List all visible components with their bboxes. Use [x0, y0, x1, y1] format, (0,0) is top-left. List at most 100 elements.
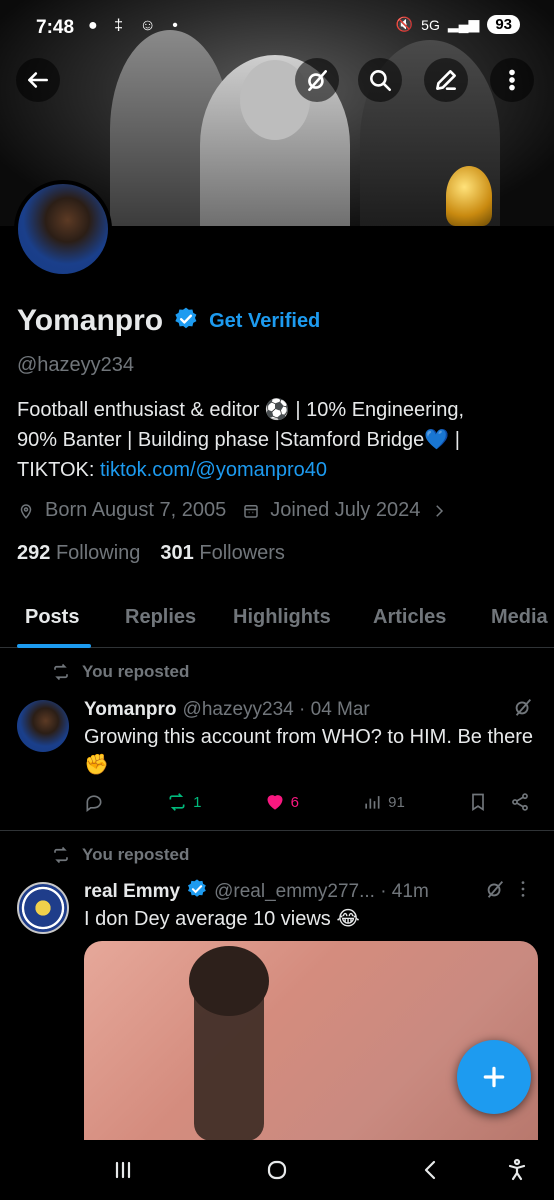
followers-count: 301 — [160, 542, 194, 564]
bio-line: Football enthusiast & editor ⚽ | 10% Eng… — [17, 399, 465, 421]
repost-icon — [54, 846, 68, 864]
repost-indicator: You reposted — [52, 845, 189, 865]
joined-text: Joined July 2024 — [270, 499, 421, 521]
search-button[interactable] — [358, 58, 402, 102]
name-row: Yomanpro Get Verified — [17, 300, 542, 342]
trophy-image — [446, 166, 492, 226]
grok-icon[interactable] — [484, 878, 506, 906]
tab-articles[interactable]: Articles — [373, 606, 446, 629]
post-meta: @real_emmy277... · 41m — [214, 881, 429, 902]
pencil-icon — [436, 70, 456, 90]
accessibility-icon — [508, 1158, 526, 1181]
compose-button[interactable] — [457, 1040, 531, 1114]
like-button[interactable]: 6 — [265, 792, 299, 812]
follow-stats: 292 Following 301 Followers — [17, 542, 542, 565]
back-nav-button[interactable] — [416, 1156, 446, 1184]
retweet-button[interactable]: 1 — [167, 792, 202, 812]
back-button[interactable] — [16, 58, 60, 102]
birthday-text: Born August 7, 2005 — [45, 499, 227, 521]
home-icon — [267, 1160, 287, 1180]
birthday-item: Born August 7, 2005 — [17, 499, 226, 522]
arrow-left-icon — [28, 72, 48, 88]
post-media[interactable] — [84, 941, 538, 1141]
media-figure-head — [189, 946, 269, 1016]
recent-apps-button[interactable] — [108, 1156, 138, 1184]
system-nav-bar — [0, 1140, 554, 1200]
reply-icon — [86, 795, 102, 812]
post-actions: 1 6 91 — [84, 792, 530, 812]
post-extra-actions — [468, 792, 530, 812]
profile-avatar[interactable] — [14, 180, 112, 278]
joined-item[interactable]: Joined July 2024 — [242, 499, 448, 522]
repost-indicator: You reposted — [52, 662, 189, 682]
profile-info: Yomanpro Get Verified @hazeyy234 Footbal… — [17, 300, 542, 565]
following-link[interactable]: 292 Following — [17, 542, 140, 565]
profile-handle: @hazeyy234 — [17, 354, 135, 376]
verified-badge-icon[interactable] — [173, 306, 199, 337]
bio-line: 90% Banter | Building phase |Stamford Br… — [17, 429, 460, 451]
home-button[interactable] — [262, 1156, 292, 1184]
post-text: Growing this account from WHO? to HIM. B… — [84, 726, 534, 776]
chevron-right-icon — [436, 504, 444, 517]
bio-line: TIKTOK: tiktok.com/@yomanpro40 — [17, 455, 542, 485]
heart-icon — [267, 795, 283, 810]
followers-label: Followers — [199, 542, 285, 564]
reply-button[interactable] — [84, 792, 104, 812]
bar-chart-icon — [365, 796, 380, 809]
location-pin-icon — [20, 503, 32, 519]
network-type: 5G — [421, 16, 440, 33]
plus-icon — [483, 1066, 505, 1088]
tab-highlights[interactable]: Highlights — [233, 606, 331, 629]
status-right: 🔇 5G ▂▄▆ 93 — [396, 15, 520, 34]
edit-profile-button[interactable] — [424, 58, 468, 102]
notification-icons: ● ‡ ☺ • — [88, 17, 184, 34]
profile-bio: Football enthusiast & editor ⚽ | 10% Eng… — [17, 395, 542, 485]
post-author-name[interactable]: real Emmy — [84, 881, 180, 903]
bio-link[interactable]: tiktok.com/@yomanpro40 — [100, 459, 327, 481]
repost-label: You reposted — [82, 845, 190, 864]
repost-label: You reposted — [82, 662, 190, 681]
signal-icon: ▂▄▆ — [447, 16, 480, 32]
tab-replies[interactable]: Replies — [125, 606, 196, 629]
verified-badge-icon — [186, 878, 208, 906]
display-name: Yomanpro — [17, 304, 164, 337]
more-options-icon[interactable] — [512, 878, 534, 906]
profile-top-actions — [0, 58, 554, 102]
post-meta: @hazeyy234 · 04 Mar — [182, 699, 370, 720]
active-tab-indicator — [17, 644, 91, 648]
post-avatar[interactable] — [17, 882, 69, 934]
post-avatar[interactable] — [17, 700, 69, 752]
mute-icon: 🔇 — [395, 16, 414, 32]
profile-tabs: Posts Replies Highlights Articles Media — [0, 596, 554, 648]
grok-button[interactable] — [295, 58, 339, 102]
recents-icon — [115, 1161, 131, 1179]
repost-icon — [54, 663, 68, 681]
views-count: 91 — [388, 793, 405, 811]
tab-media[interactable]: Media — [491, 606, 548, 629]
followers-link[interactable]: 301 Followers — [160, 542, 285, 565]
more-options-button[interactable] — [490, 58, 534, 102]
battery-indicator: 93 — [487, 15, 520, 34]
post-author-name[interactable]: Yomanpro — [84, 699, 177, 721]
bio-prefix: TIKTOK: — [17, 459, 100, 481]
post-header: Yomanpro @hazeyy234 · 04 Mar — [84, 696, 534, 724]
status-bar: 7:48 ● ‡ ☺ • 🔇 5G ▂▄▆ 93 — [0, 0, 554, 54]
profile-meta: Born August 7, 2005 Joined July 2024 — [17, 499, 542, 522]
grok-icon — [308, 70, 327, 92]
search-icon — [370, 70, 392, 92]
status-time: 7:48 — [36, 17, 75, 38]
following-label: Following — [55, 542, 141, 564]
tab-posts[interactable]: Posts — [25, 606, 79, 629]
views-button[interactable]: 91 — [362, 792, 405, 812]
grok-icon[interactable] — [512, 696, 534, 724]
repost-icon — [169, 793, 185, 811]
share-icon[interactable] — [510, 792, 530, 812]
post-divider — [0, 830, 554, 831]
bookmark-icon[interactable] — [468, 792, 488, 812]
retweet-count: 1 — [193, 793, 202, 811]
following-count: 292 — [17, 542, 51, 564]
more-vertical-icon — [509, 69, 515, 91]
accessibility-button[interactable] — [502, 1156, 532, 1184]
post-header: real Emmy @real_emmy277... · 41m — [84, 878, 534, 906]
get-verified-link[interactable]: Get Verified — [209, 310, 320, 333]
